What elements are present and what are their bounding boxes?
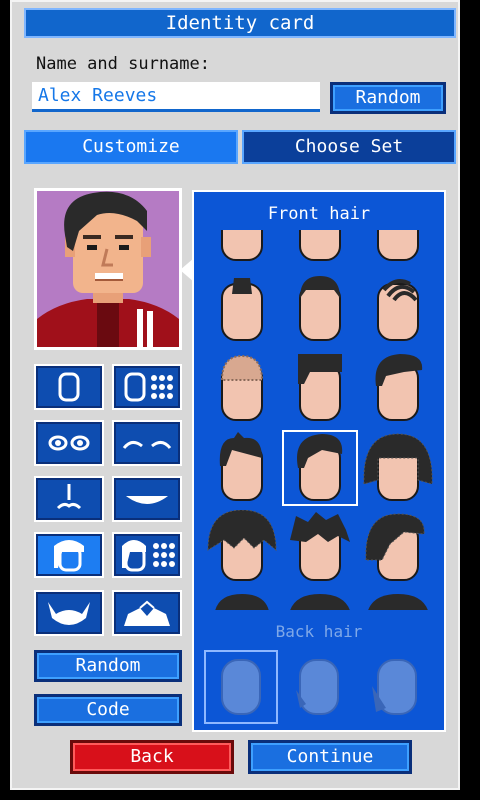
code-button[interactable]: Code (34, 694, 182, 726)
front-hair-option[interactable] (282, 270, 358, 346)
face-shape-button[interactable] (34, 364, 104, 410)
nose-button[interactable] (34, 476, 104, 522)
front-hair-option[interactable] (204, 590, 280, 610)
hair-color-icon (122, 540, 175, 572)
avatar-portrait (34, 188, 182, 350)
name-input[interactable] (32, 82, 320, 112)
front-hair-option-selected[interactable] (282, 430, 358, 506)
hair-icon (54, 540, 84, 572)
eyebrows-button[interactable] (112, 420, 182, 466)
front-hair-option[interactable] (360, 270, 436, 346)
front-hair-option[interactable] (360, 350, 436, 426)
front-hair-option[interactable] (282, 510, 358, 586)
eyes-button[interactable] (34, 420, 104, 466)
clothes-button[interactable] (112, 590, 182, 636)
mouth-button[interactable] (112, 476, 182, 522)
front-hair-option[interactable] (282, 590, 358, 610)
beard-button[interactable] (34, 590, 104, 636)
front-hair-option[interactable] (360, 430, 436, 506)
back-hair-option[interactable] (360, 650, 434, 724)
face-shape-icon (58, 372, 80, 402)
random-name-button[interactable]: Random (330, 82, 446, 114)
random-avatar-button[interactable]: Random (34, 650, 182, 682)
back-hair-option-selected[interactable] (204, 650, 278, 724)
face-color-button[interactable] (112, 364, 182, 410)
continue-button[interactable]: Continue (248, 740, 412, 774)
front-hair-option[interactable] (204, 509, 280, 586)
front-hair-option[interactable] (282, 230, 358, 266)
name-label: Name and surname: (36, 54, 210, 74)
back-hair-option[interactable] (282, 650, 356, 724)
panel-title: Front hair (267, 204, 371, 224)
hair-color-button[interactable] (112, 532, 182, 578)
clothes-icon (124, 600, 170, 626)
tab-customize[interactable]: Customize (24, 130, 238, 164)
front-hair-option[interactable] (360, 510, 436, 586)
hair-button[interactable] (34, 532, 104, 578)
beard-icon (48, 602, 90, 625)
tab-bar: Customize Choose Set (24, 130, 456, 164)
front-hair-option[interactable] (204, 350, 280, 426)
back-hair-label: Back hair (275, 622, 363, 641)
tab-choose-set[interactable]: Choose Set (242, 130, 456, 164)
nose-icon (56, 484, 82, 510)
face-color-icon (124, 372, 173, 402)
eyes-icon (48, 435, 90, 451)
front-hair-option[interactable] (360, 590, 436, 610)
hair-selection-panel: Front hair Back hair (192, 190, 446, 732)
eyebrows-icon (122, 441, 172, 449)
avatar-image (37, 191, 179, 347)
front-hair-option[interactable] (204, 430, 280, 506)
front-hair-grid (200, 230, 440, 610)
front-hair-option[interactable] (204, 230, 280, 266)
front-hair-option[interactable] (360, 230, 436, 266)
front-hair-option[interactable] (282, 350, 358, 426)
mouth-icon (126, 496, 168, 504)
back-button[interactable]: Back (70, 740, 234, 774)
page-title: Identity card (24, 8, 456, 38)
front-hair-option[interactable] (204, 270, 280, 346)
